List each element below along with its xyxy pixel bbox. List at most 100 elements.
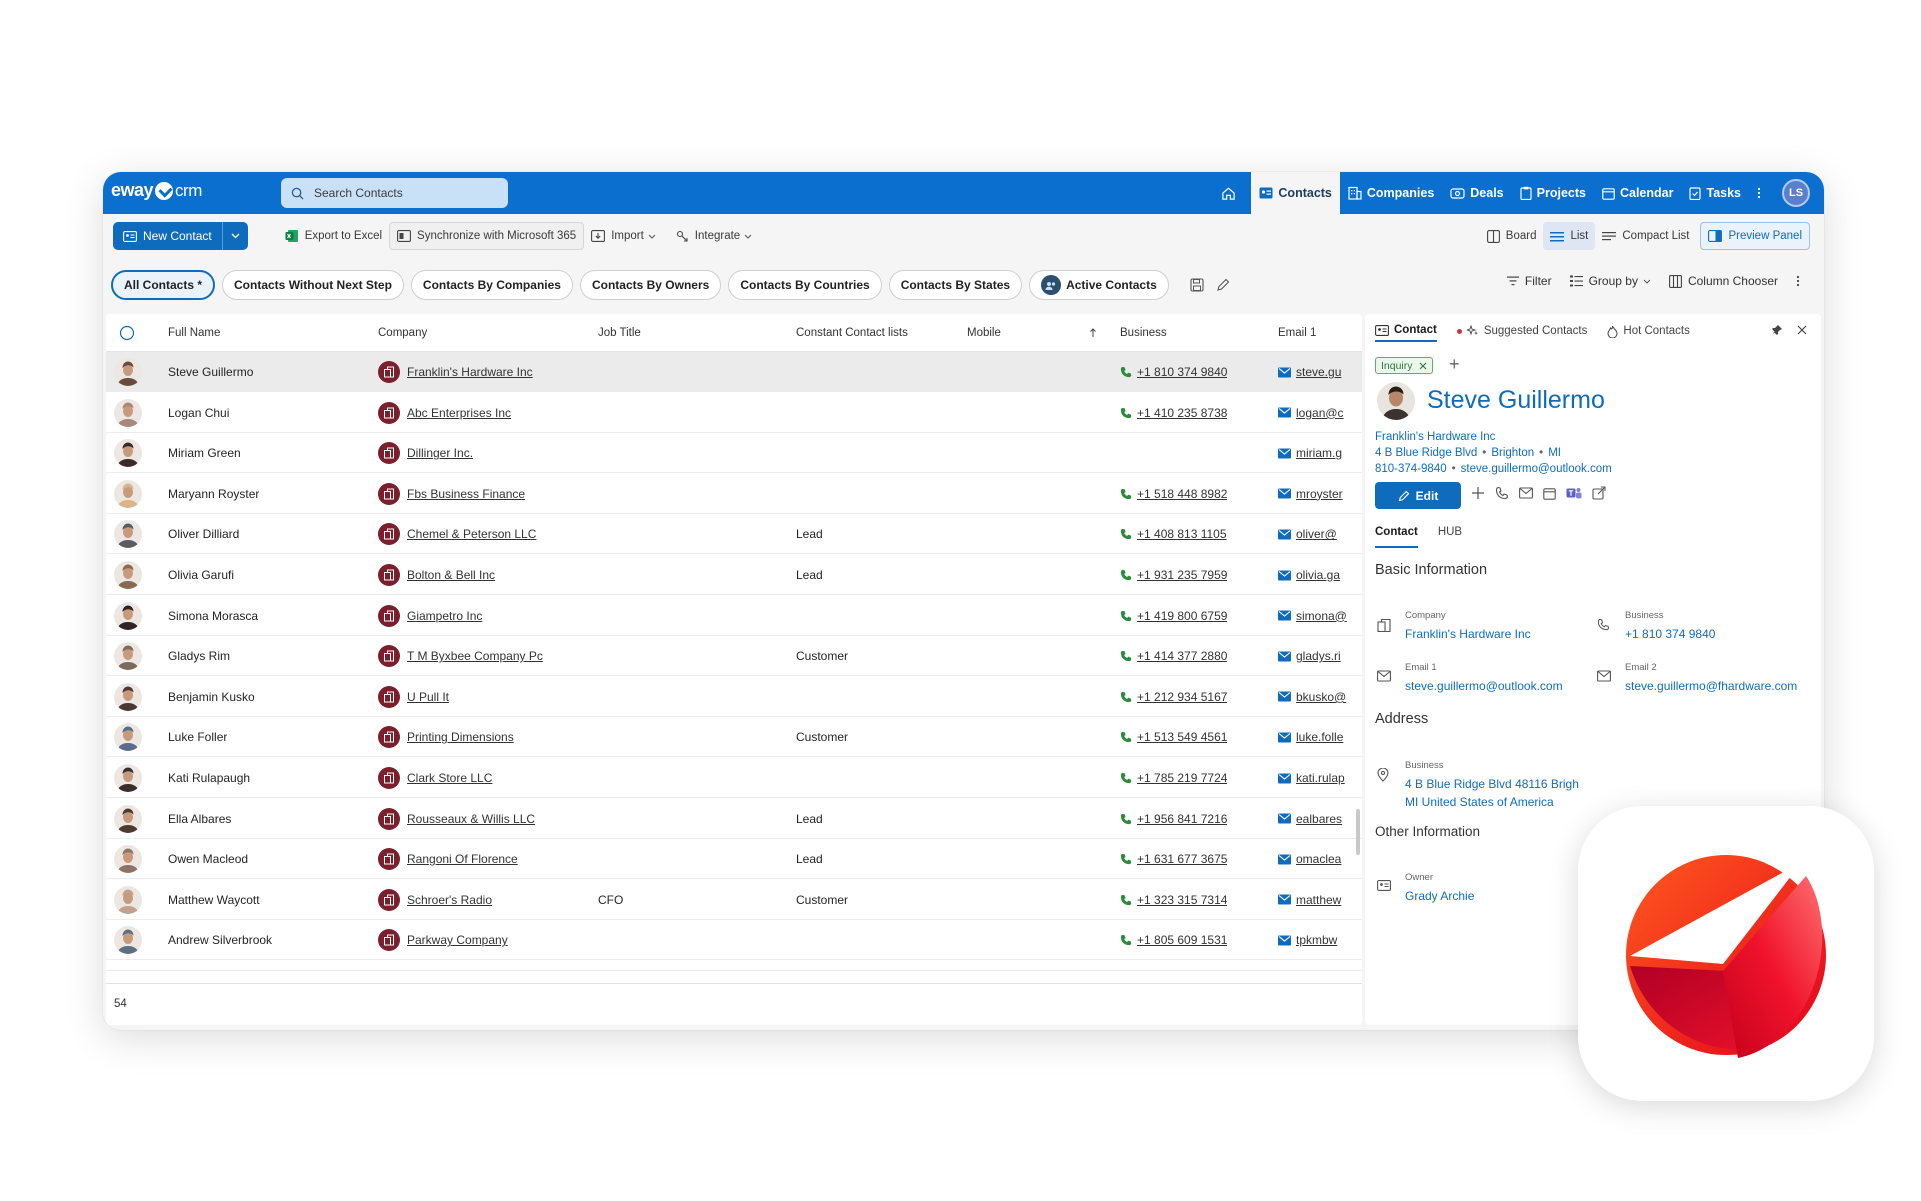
new-contact-button[interactable]: New Contact — [113, 222, 222, 250]
email-link[interactable]: luke.folle — [1296, 730, 1343, 744]
pin-icon[interactable] — [1771, 324, 1783, 336]
phone-link[interactable]: +1 323 315 7314 — [1137, 893, 1227, 907]
compact-list-button[interactable]: Compact List — [1595, 222, 1696, 250]
column-chooser-button[interactable]: Column Chooser — [1669, 274, 1778, 288]
table-row[interactable]: Logan Chui Abc Enterprises Inc +1 410 235 … — [106, 393, 1362, 433]
company-cell[interactable]: Schroer's Radio — [378, 880, 588, 920]
save-icon[interactable] — [1190, 278, 1204, 292]
company-cell[interactable]: Chemel & Peterson LLC — [378, 514, 588, 554]
address-line-1[interactable]: 4 B Blue Ridge Blvd 48116 Brigh — [1405, 775, 1579, 793]
teams-icon[interactable] — [1566, 486, 1582, 500]
company-cell[interactable]: Clark Store LLC — [378, 758, 588, 798]
email-link[interactable]: kati.rulap — [1296, 771, 1345, 785]
business-phone-cell[interactable]: +1 408 813 1105 — [1120, 514, 1227, 554]
table-row[interactable]: Simona Morasca Giampetro Inc +1 419 800 67… — [106, 596, 1362, 636]
email-cell[interactable]: omaclea — [1278, 839, 1362, 879]
owner-link[interactable]: Grady Archie — [1405, 887, 1474, 905]
group-by-button[interactable]: Group by — [1569, 274, 1651, 288]
contact-name-cell[interactable]: Logan Chui — [168, 393, 229, 433]
search-box[interactable]: Search Contacts — [281, 178, 508, 208]
contact-name-cell[interactable]: Kati Rulapaugh — [168, 758, 250, 798]
email-link[interactable]: oliver@ — [1296, 527, 1337, 541]
phone-link[interactable]: +1 513 549 4561 — [1137, 730, 1227, 744]
company-link[interactable]: Dillinger Inc. — [407, 446, 473, 460]
nav-companies[interactable]: Companies — [1340, 172, 1442, 214]
board-view-button[interactable]: Board — [1480, 222, 1544, 250]
grid-scrollbar[interactable] — [1356, 809, 1360, 855]
email-link[interactable]: olivia.ga — [1296, 568, 1340, 582]
nav-contacts[interactable]: Contacts — [1251, 172, 1340, 214]
phone-link[interactable]: 810-374-9840 — [1375, 463, 1447, 475]
table-row[interactable]: Maryann Royster Fbs Business Finance +1 51… — [106, 474, 1362, 514]
business-phone-cell[interactable]: +1 931 235 7959 — [1120, 555, 1227, 595]
table-row[interactable]: Ella Albares Rousseaux & Willis LLC Lead +1… — [106, 799, 1362, 839]
address-line-2[interactable]: MI United States of America — [1405, 793, 1579, 811]
contact-address-link[interactable]: 4 B Blue Ridge Blvd • Brighton • MI — [1375, 447, 1561, 459]
business-phone-cell[interactable]: +1 631 677 3675 — [1120, 839, 1227, 879]
table-row[interactable]: Olivia Garufi Bolton & Bell Inc Lead +1 931… — [106, 555, 1362, 595]
nav-tasks[interactable]: Tasks — [1681, 172, 1749, 214]
phone-link[interactable]: +1 810 374 9840 — [1137, 365, 1227, 379]
phone-link[interactable]: +1 805 609 1531 — [1137, 933, 1227, 947]
company-cell[interactable]: Dillinger Inc. — [378, 433, 588, 473]
table-row[interactable]: Kati Rulapaugh Clark Store LLC +1 785 219 … — [106, 758, 1362, 798]
email-cell[interactable]: kati.rulap — [1278, 758, 1362, 798]
email-cell[interactable]: bkusko@ — [1278, 677, 1362, 717]
nav-calendar[interactable]: Calendar — [1594, 172, 1682, 214]
business-phone-cell[interactable]: +1 805 609 1531 — [1120, 920, 1227, 960]
email-cell[interactable]: simona@ — [1278, 596, 1362, 636]
contact-name-cell[interactable]: Luke Foller — [168, 717, 227, 757]
email-cell[interactable]: miriam.g — [1278, 433, 1362, 473]
company-cell[interactable]: Abc Enterprises Inc — [378, 393, 588, 433]
list-view-button[interactable]: List — [1543, 222, 1596, 250]
sync-m365-button[interactable]: Synchronize with Microsoft 365 — [389, 222, 585, 250]
table-row[interactable]: Miriam Green Dillinger Inc. miriam.g — [106, 433, 1362, 474]
col-full-name[interactable]: Full Name — [168, 314, 220, 352]
share-icon[interactable] — [1592, 486, 1606, 500]
chip-by-states[interactable]: Contacts By States — [888, 270, 1023, 300]
contact-name-cell[interactable]: Owen Macleod — [168, 839, 248, 879]
contact-name-cell[interactable]: Ella Albares — [168, 799, 231, 839]
col-job-title[interactable]: Job Title — [598, 314, 641, 352]
phone-link[interactable]: +1 410 235 8738 — [1137, 406, 1227, 420]
phone-link[interactable]: +1 518 448 8982 — [1137, 487, 1227, 501]
business-phone-link[interactable]: +1 810 374 9840 — [1625, 625, 1715, 643]
email-link[interactable]: miriam.g — [1296, 446, 1342, 460]
email-link[interactable]: ealbares — [1296, 812, 1342, 826]
chip-all-contacts[interactable]: All Contacts * — [111, 270, 216, 300]
company-cell[interactable]: Giampetro Inc — [378, 596, 588, 636]
edit-button[interactable]: Edit — [1375, 482, 1461, 509]
email-cell[interactable]: luke.folle — [1278, 717, 1362, 757]
company-link[interactable]: Franklin's Hardware Inc — [407, 365, 533, 379]
import-button[interactable]: Import — [584, 222, 669, 250]
email-link[interactable]: bkusko@ — [1296, 690, 1346, 704]
email-2-link[interactable]: steve.guillermo@fhardware.com — [1625, 677, 1797, 695]
contact-name-cell[interactable]: Olivia Garufi — [168, 555, 234, 595]
preview-panel-button[interactable]: Preview Panel — [1700, 222, 1810, 250]
select-all-checkbox[interactable] — [119, 314, 135, 352]
company-cell[interactable]: Rousseaux & Willis LLC — [378, 799, 588, 839]
email-link[interactable]: omaclea — [1296, 852, 1341, 866]
company-value-link[interactable]: Franklin's Hardware Inc — [1405, 625, 1531, 643]
add-tag-button[interactable]: + — [1449, 354, 1460, 375]
company-link[interactable]: Rangoni Of Florence — [407, 852, 518, 866]
email-cell[interactable]: steve.gu — [1278, 352, 1362, 392]
phone-link[interactable]: +1 631 677 3675 — [1137, 852, 1227, 866]
company-cell[interactable]: Parkway Company — [378, 920, 588, 960]
email-cell[interactable]: tpkmbw — [1278, 920, 1362, 960]
chip-by-owners[interactable]: Contacts By Owners — [579, 270, 722, 300]
email-cell[interactable]: matthew — [1278, 880, 1362, 920]
contact-name-cell[interactable]: Miriam Green — [168, 433, 241, 473]
company-cell[interactable]: T M Byxbee Company Pc — [378, 636, 588, 676]
new-contact-dropdown[interactable] — [221, 222, 248, 250]
table-row[interactable]: Owen Macleod Rangoni Of Florence Lead +1 63… — [106, 839, 1362, 880]
email-cell[interactable]: oliver@ — [1278, 514, 1362, 554]
company-link[interactable]: Giampetro Inc — [407, 609, 482, 623]
business-phone-cell[interactable]: +1 212 934 5167 — [1120, 677, 1227, 717]
contact-name-cell[interactable]: Gladys Rim — [168, 636, 230, 676]
phone-link[interactable]: +1 419 800 6759 — [1137, 609, 1227, 623]
table-row[interactable]: Gladys Rim T M Byxbee Company Pc Customer +… — [106, 636, 1362, 677]
chip-active-contacts[interactable]: Active Contacts — [1029, 270, 1169, 300]
business-phone-cell[interactable]: +1 323 315 7314 — [1120, 880, 1227, 920]
company-link[interactable]: Fbs Business Finance — [407, 487, 525, 501]
